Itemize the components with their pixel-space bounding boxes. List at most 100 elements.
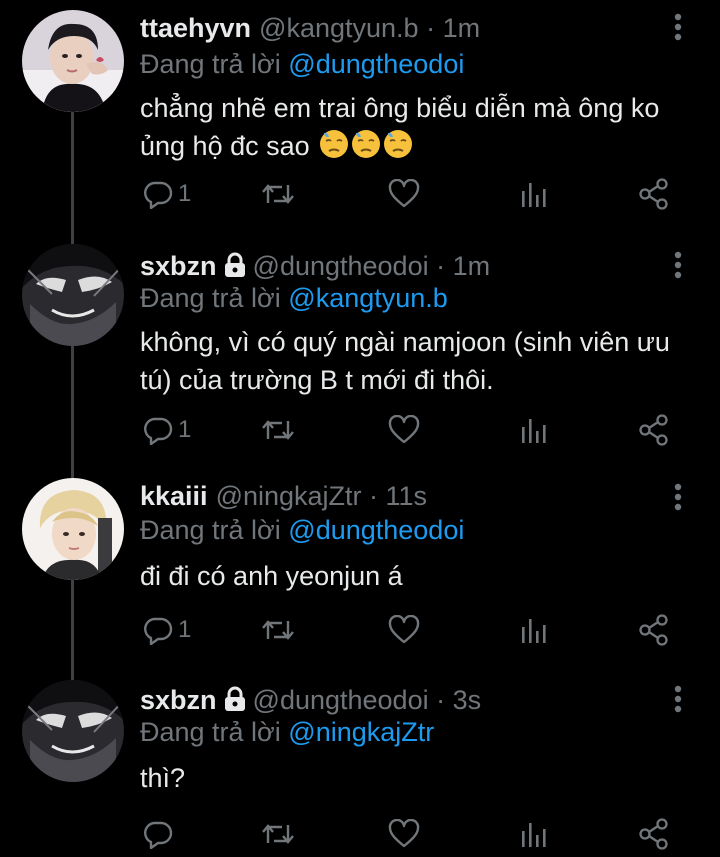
share-button[interactable] bbox=[638, 814, 670, 854]
share-icon bbox=[639, 614, 668, 646]
reply-icon bbox=[144, 417, 173, 445]
tweet-text-line: đi đi có anh yeonjun á bbox=[140, 561, 403, 591]
display-name[interactable]: kkaiii bbox=[140, 481, 208, 511]
more-vertical-icon[interactable] bbox=[668, 250, 688, 280]
retweet-icon bbox=[262, 184, 294, 204]
replying-to-label: Đang trả lời bbox=[140, 717, 281, 747]
share-icon bbox=[639, 178, 668, 210]
tweet-text-line: ủng hộ đc sao 😓 bbox=[140, 128, 700, 164]
tweet-actions bbox=[140, 814, 700, 854]
heart-icon bbox=[388, 179, 420, 208]
tweet-actions: 1 bbox=[140, 610, 700, 650]
views-icon bbox=[522, 823, 546, 847]
tweet-text-line: tú) của trường B t mới đi thôi. bbox=[140, 365, 494, 395]
avatar[interactable] bbox=[22, 244, 124, 346]
share-button[interactable] bbox=[638, 410, 670, 450]
views-button[interactable] bbox=[518, 410, 548, 450]
tweet-text-line: chẳng nhẽ em trai ông biểu diễn mà ông k… bbox=[140, 93, 660, 123]
heart-icon bbox=[388, 415, 420, 444]
lock-icon bbox=[224, 686, 245, 711]
reply-icon bbox=[144, 821, 173, 849]
share-button[interactable] bbox=[638, 610, 670, 650]
user-handle[interactable]: @kangtyun.b bbox=[259, 13, 419, 43]
retweet-icon bbox=[262, 420, 294, 440]
user-handle[interactable]: @ningkajZtr bbox=[216, 481, 362, 511]
replying-to: Đang trả lời @ningkajZtr bbox=[140, 714, 434, 750]
separator-dot: · bbox=[428, 685, 453, 715]
replying-to: Đang trả lời @kangtyun.b bbox=[140, 280, 448, 316]
separator-dot: · bbox=[418, 13, 443, 43]
mention-link[interactable]: @kangtyun.b bbox=[288, 283, 448, 313]
user-handle[interactable]: @dungtheodoi bbox=[253, 685, 429, 715]
tweet-text: thì? bbox=[140, 760, 700, 796]
downcast-sweat-emoji-icon bbox=[320, 129, 349, 158]
display-name[interactable]: sxbzn bbox=[140, 685, 217, 715]
reply-button[interactable]: 1 bbox=[142, 410, 191, 450]
like-button[interactable] bbox=[388, 814, 420, 854]
avatar[interactable] bbox=[22, 10, 124, 112]
retweet-button[interactable] bbox=[260, 814, 296, 854]
views-button[interactable] bbox=[518, 174, 548, 214]
avatar[interactable] bbox=[22, 478, 124, 580]
replying-to: Đang trả lời @dungtheodoi bbox=[140, 512, 464, 548]
replying-to-label: Đang trả lời bbox=[140, 49, 281, 79]
like-button[interactable] bbox=[388, 174, 420, 214]
views-button[interactable] bbox=[518, 610, 548, 650]
views-icon bbox=[522, 619, 546, 643]
share-icon bbox=[639, 414, 668, 446]
tweet[interactable]: sxbzn @dungtheodoi · 3s Đang trả lời @nin… bbox=[0, 678, 720, 857]
retweet-button[interactable] bbox=[260, 610, 296, 650]
reply-count: 1 bbox=[178, 616, 192, 643]
reply-icon bbox=[144, 617, 173, 645]
timestamp[interactable]: 1m bbox=[443, 13, 481, 43]
timestamp[interactable]: 3s bbox=[453, 685, 482, 715]
like-button[interactable] bbox=[388, 610, 420, 650]
retweet-icon bbox=[262, 824, 294, 844]
display-name[interactable]: sxbzn bbox=[140, 251, 217, 281]
replying-to-label: Đang trả lời bbox=[140, 515, 281, 545]
views-icon bbox=[522, 419, 546, 443]
reply-button[interactable]: 1 bbox=[142, 174, 191, 214]
reply-count: 1 bbox=[178, 180, 192, 207]
tweet[interactable]: sxbzn @dungtheodoi · 1m Đang trả lời @kan… bbox=[0, 244, 720, 474]
retweet-button[interactable] bbox=[260, 410, 296, 450]
heart-icon bbox=[388, 819, 420, 848]
separator-dot: · bbox=[361, 481, 386, 511]
reply-button[interactable] bbox=[142, 814, 178, 854]
avatar[interactable] bbox=[22, 680, 124, 782]
reply-icon bbox=[144, 181, 173, 209]
share-button[interactable] bbox=[638, 174, 670, 214]
tweet-text: đi đi có anh yeonjun á bbox=[140, 558, 700, 594]
mention-link[interactable]: @dungtheodoi bbox=[288, 49, 464, 79]
replying-to-label: Đang trả lời bbox=[140, 283, 281, 313]
like-button[interactable] bbox=[388, 410, 420, 450]
tweet[interactable]: ttaehyvn @kangtyun.b · 1m Đang trả lời @d… bbox=[0, 0, 720, 232]
views-button[interactable] bbox=[518, 814, 548, 854]
retweet-icon bbox=[262, 620, 294, 640]
tweet-text: không, vì có quý ngài namjoon (sinh viên… bbox=[140, 324, 700, 398]
views-icon bbox=[522, 183, 546, 207]
lock-icon bbox=[224, 252, 245, 277]
separator-dot: · bbox=[428, 251, 453, 281]
tweet-text: chẳng nhẽ em trai ông biểu diễn mà ông k… bbox=[140, 90, 700, 164]
user-handle[interactable]: @dungtheodoi bbox=[253, 251, 429, 281]
reply-button[interactable]: 1 bbox=[142, 610, 191, 650]
tweet-actions: 1 bbox=[140, 174, 700, 214]
downcast-sweat-emoji-icon bbox=[384, 129, 413, 158]
display-name[interactable]: ttaehyvn bbox=[140, 13, 251, 43]
share-icon bbox=[639, 818, 668, 850]
downcast-sweat-emoji-icon bbox=[352, 129, 381, 158]
more-vertical-icon[interactable] bbox=[668, 684, 688, 714]
retweet-button[interactable] bbox=[260, 174, 296, 214]
tweet-actions: 1 bbox=[140, 410, 700, 450]
mention-link[interactable]: @dungtheodoi bbox=[288, 515, 464, 545]
more-vertical-icon[interactable] bbox=[668, 482, 688, 512]
tweet[interactable]: kkaiii @ningkajZtr · 11s Đang trả lời @du… bbox=[0, 476, 720, 676]
timestamp[interactable]: 1m bbox=[453, 251, 491, 281]
reply-count: 1 bbox=[178, 416, 192, 443]
more-vertical-icon[interactable] bbox=[668, 12, 688, 42]
mention-link[interactable]: @ningkajZtr bbox=[288, 717, 434, 747]
tweet-text-line: thì? bbox=[140, 763, 186, 793]
heart-icon bbox=[388, 615, 420, 644]
timestamp[interactable]: 11s bbox=[386, 481, 428, 511]
